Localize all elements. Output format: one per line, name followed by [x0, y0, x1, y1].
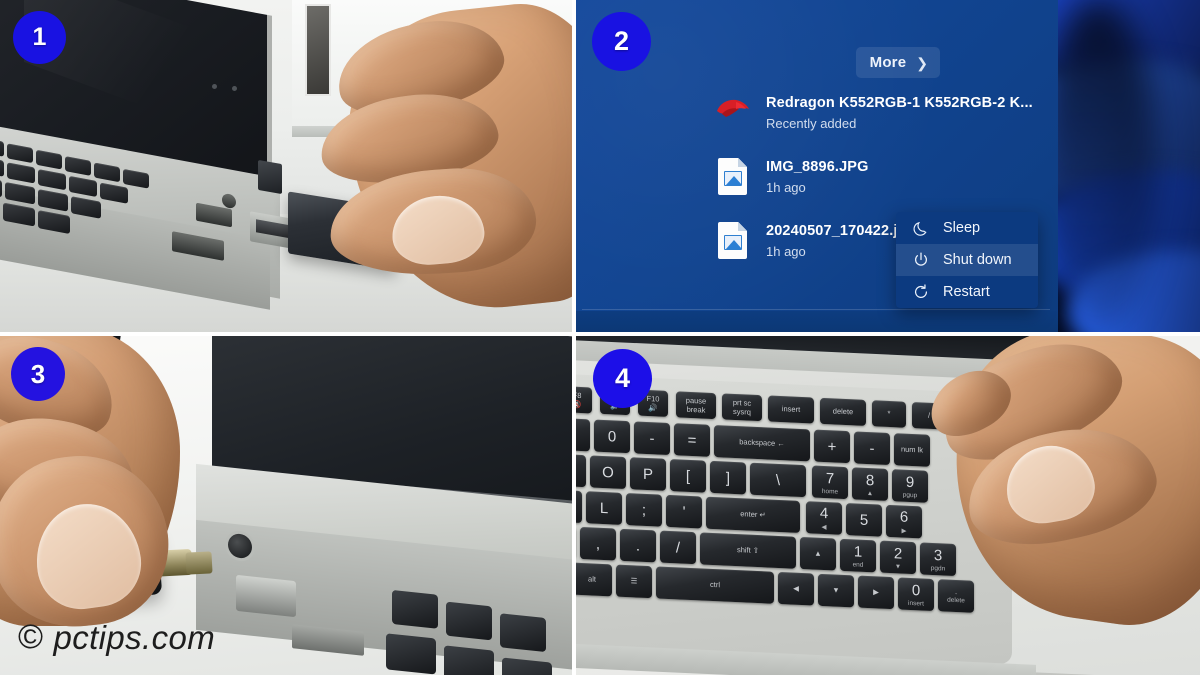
list-item-subtitle: Recently added — [766, 116, 857, 131]
photo-power-button-press: F8🔇 F9🔉 F10🔊 pausebreak prt scsysrq inse… — [576, 336, 1200, 675]
vga-port — [236, 574, 296, 618]
step-panel-2: More ❯ Redragon K552RGB-1 K552RGB-2 K...… — [576, 0, 1200, 332]
menu-item-restart[interactable]: Restart — [896, 276, 1038, 308]
menu-item-label: Sleep — [943, 220, 981, 236]
watermark-text: pctips.com — [53, 618, 216, 656]
redragon-logo-icon — [716, 94, 750, 132]
panel-divider-vertical — [572, 0, 576, 675]
laptop-hinge — [258, 159, 282, 195]
picture-frame — [305, 4, 331, 96]
power-icon — [912, 251, 930, 269]
chevron-right-icon: ❯ — [916, 54, 928, 71]
moon-icon — [912, 219, 930, 237]
step-panel-3: 3 © pctips.com — [0, 336, 572, 675]
step-panel-4: F8🔇 F9🔉 F10🔊 pausebreak prt scsysrq inse… — [576, 336, 1200, 675]
menu-item-sleep[interactable]: Sleep — [896, 212, 1038, 244]
desktop-wallpaper — [1058, 0, 1200, 332]
step-badge-4: 4 — [593, 349, 652, 408]
menu-item-label: Shut down — [943, 252, 1012, 268]
menu-item-shut-down[interactable]: Shut down — [896, 244, 1038, 276]
taskbar — [576, 311, 1058, 332]
list-item-title: 20240507_170422.jp — [766, 223, 907, 239]
menu-item-label: Restart — [943, 284, 990, 300]
jpg-file-icon — [716, 222, 750, 260]
power-options-menu: Sleep Shut down Restart — [896, 212, 1038, 308]
panel-divider-horizontal — [0, 332, 1200, 336]
step-badge-1: 1 — [13, 11, 66, 64]
step-badge-3: 3 — [11, 347, 65, 401]
windows-desktop: More ❯ Redragon K552RGB-1 K552RGB-2 K...… — [576, 0, 1200, 332]
list-item-title: Redragon K552RGB-1 K552RGB-2 K... — [766, 95, 1033, 111]
list-item-title: IMG_8896.JPG — [766, 159, 869, 175]
restart-icon — [912, 283, 930, 301]
jpg-file-icon — [716, 158, 750, 196]
copyright-icon: © — [18, 618, 44, 656]
photo-usb-dongle-insert — [0, 0, 572, 332]
more-button[interactable]: More ❯ — [855, 47, 940, 78]
step-badge-2: 2 — [592, 12, 651, 71]
redragon-logo-svg — [717, 99, 749, 117]
step-panel-1: 1 — [0, 0, 572, 332]
list-item-subtitle: 1h ago — [766, 244, 806, 259]
list-item-subtitle: 1h ago — [766, 180, 806, 195]
list-item[interactable]: IMG_8896.JPG 1h ago — [716, 156, 1046, 220]
step-collage: 1 More ❯ Redragon K552RGB-1 K552RGB-2 K.… — [0, 0, 1200, 675]
list-item[interactable]: Redragon K552RGB-1 K552RGB-2 K... Recent… — [716, 92, 1046, 156]
divider — [582, 309, 1050, 310]
more-button-label: More — [869, 54, 907, 71]
watermark: © pctips.com — [18, 618, 215, 657]
